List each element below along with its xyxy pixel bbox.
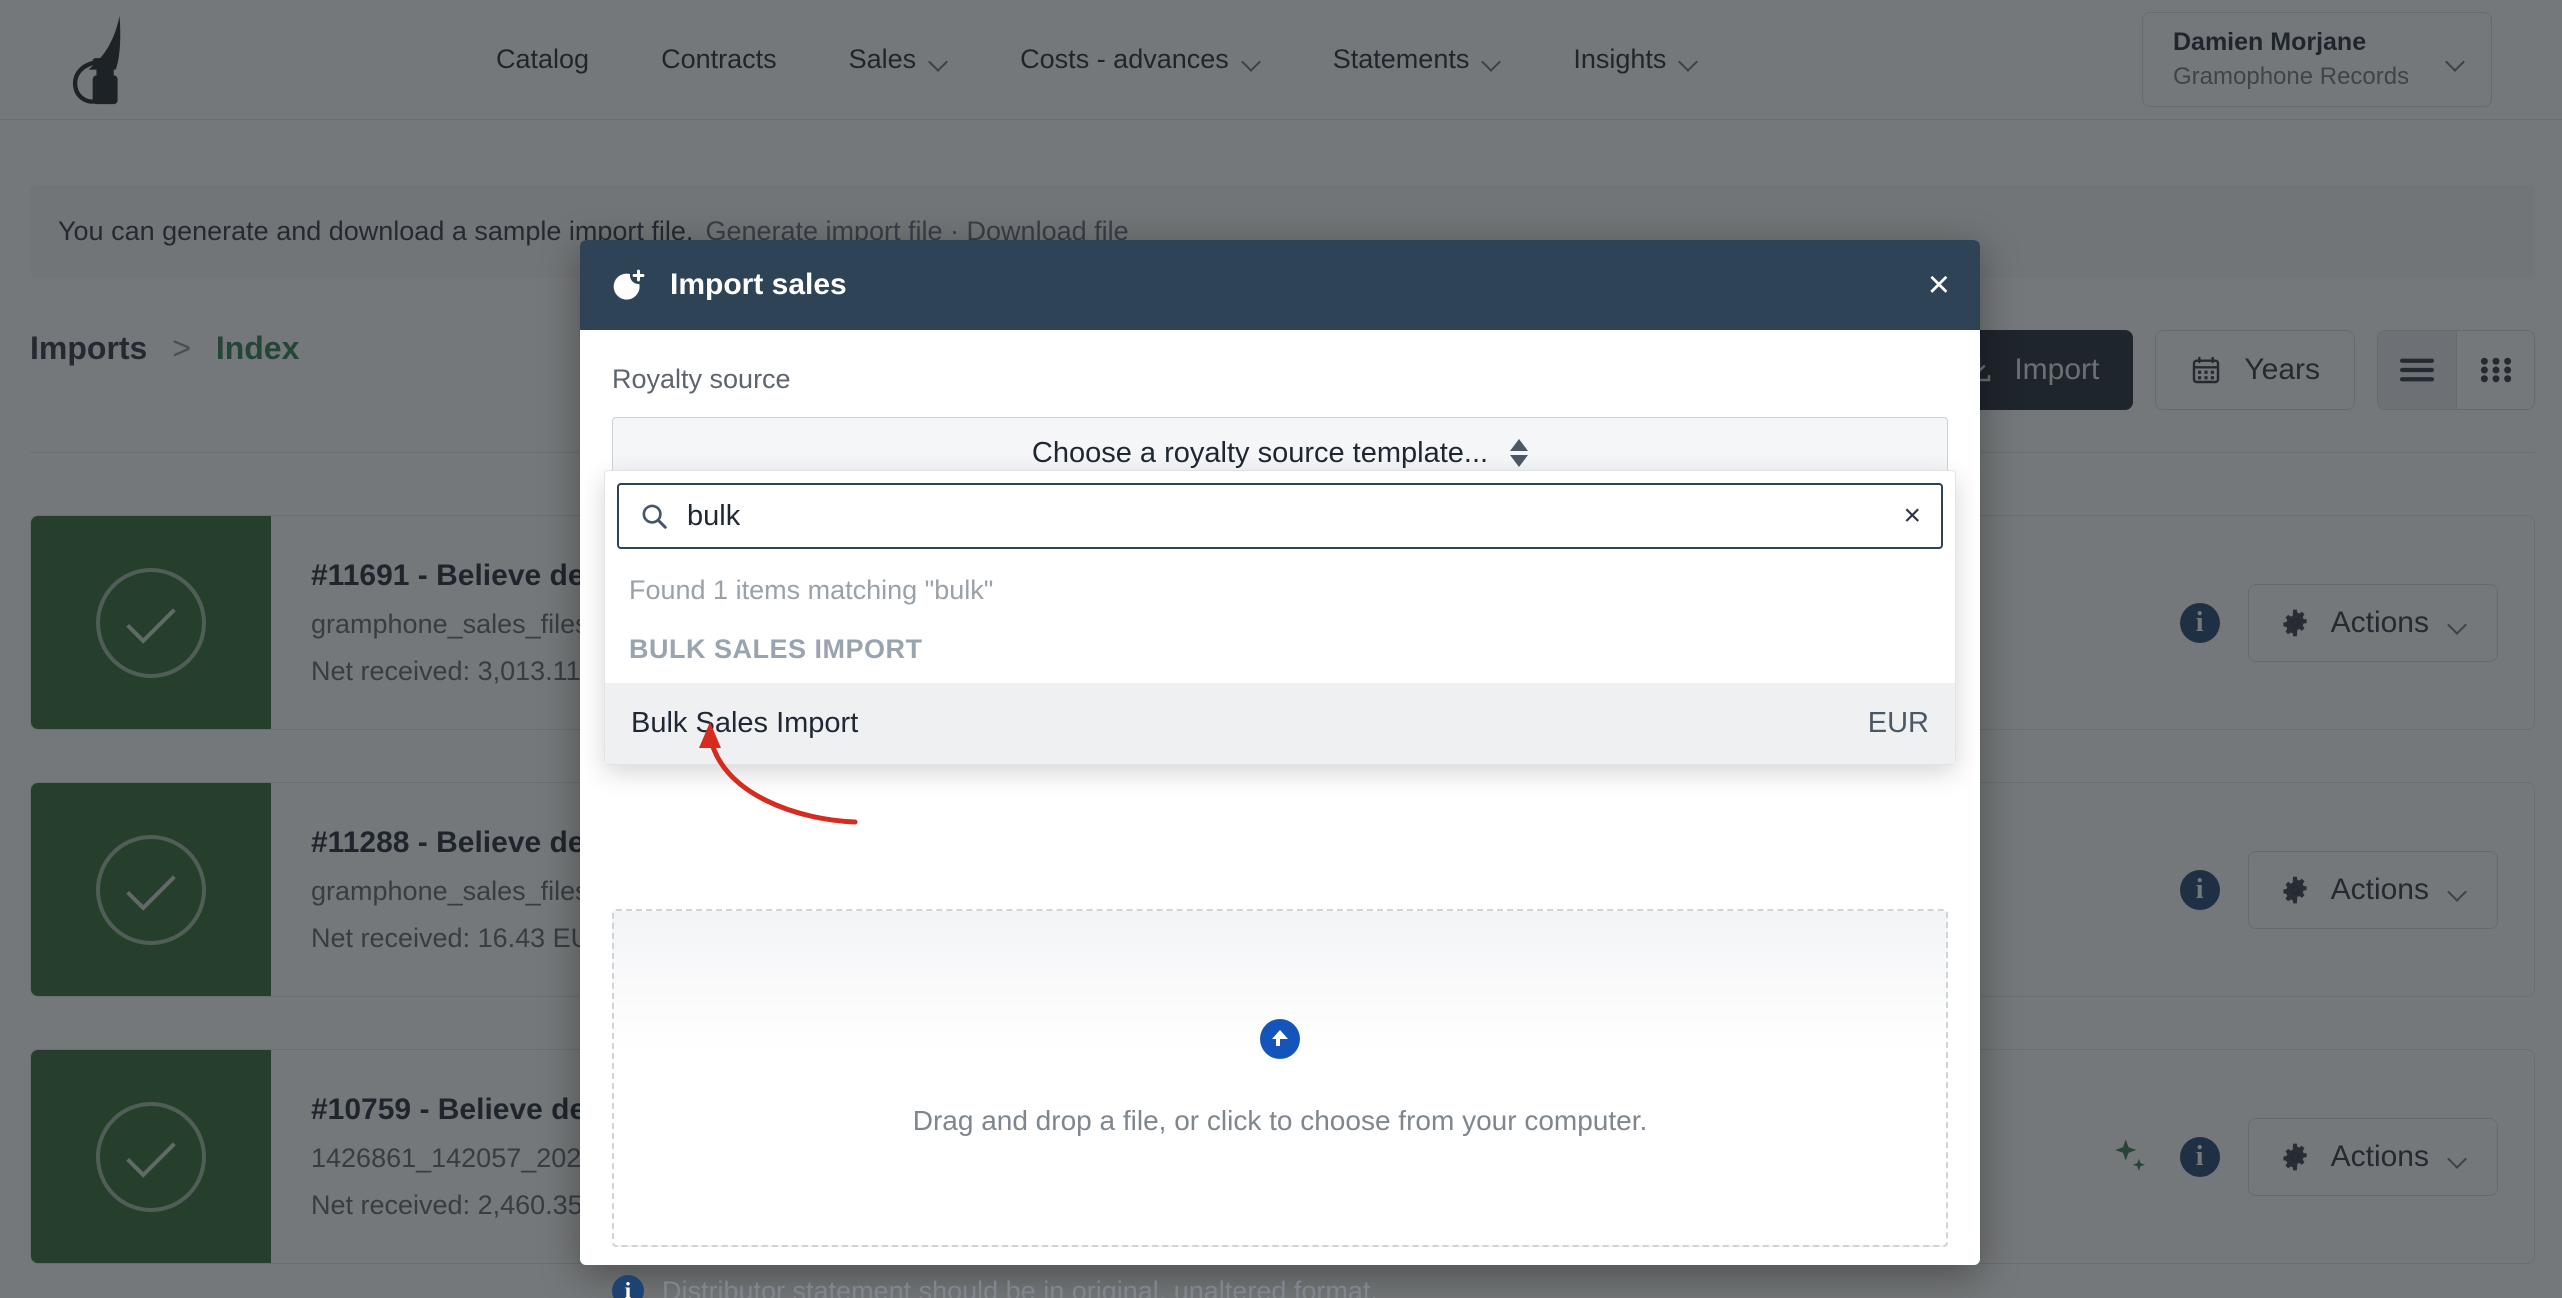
import-sales-modal: Import sales × Royalty source Choose a r… <box>580 240 1980 1298</box>
dropdown-search-wrap: bulk × <box>605 471 1955 549</box>
royalty-source-dropdown: bulk × Found 1 items matching "bulk" BUL… <box>604 470 1956 765</box>
upload-arrow-icon <box>1260 1019 1300 1059</box>
dropdown-option-label: Bulk Sales Import <box>631 707 859 739</box>
format-note-text: Distributor statement should be in origi… <box>662 1275 1378 1298</box>
dropdown-group-title: BULK SALES IMPORT <box>629 634 923 664</box>
modal-body: Royalty source Choose a royalty source t… <box>580 330 1980 1298</box>
format-note: i Distributor statement should be in ori… <box>612 1247 1948 1298</box>
dropdown-option-currency: EUR <box>1867 707 1929 739</box>
search-input-value: bulk <box>687 499 741 532</box>
import-sales-icon <box>613 266 648 300</box>
dropdown-option-bulk-sales-import[interactable]: Bulk Sales Import EUR <box>605 683 1955 764</box>
search-input[interactable]: bulk × <box>617 483 1943 549</box>
file-dropzone[interactable]: Drag and drop a file, or click to choose… <box>612 909 1948 1247</box>
search-results-count: Found 1 items matching "bulk" <box>629 575 994 605</box>
royalty-source-placeholder: Choose a royalty source template... <box>1031 436 1489 469</box>
sort-updown-icon <box>1510 439 1529 467</box>
modal-header: Import sales × <box>580 240 1980 330</box>
close-icon[interactable]: × <box>1928 266 1950 304</box>
dropzone-text: Drag and drop a file, or click to choose… <box>912 1105 1648 1136</box>
modal-title: Import sales <box>670 268 847 301</box>
royalty-source-label: Royalty source <box>612 364 791 394</box>
clear-icon[interactable]: × <box>1903 499 1921 533</box>
search-icon <box>642 504 667 529</box>
info-icon: i <box>612 1275 644 1298</box>
